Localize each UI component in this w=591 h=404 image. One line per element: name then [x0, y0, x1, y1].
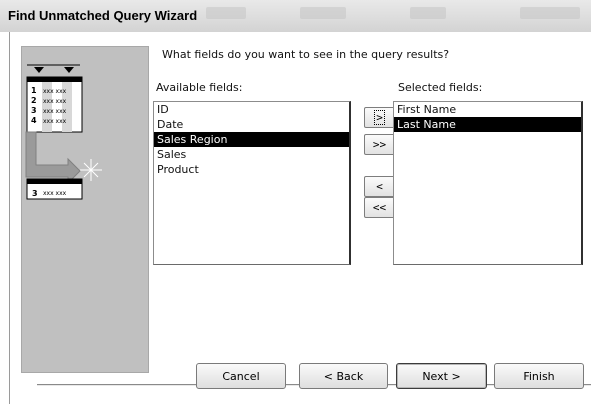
background-window-ghost	[410, 7, 446, 19]
add-all-fields-button[interactable]: >>	[364, 134, 395, 155]
result-row-number: 3	[32, 189, 38, 198]
list-item[interactable]: Sales	[154, 147, 349, 162]
cell-text: xxx xxx	[43, 88, 67, 95]
list-item-selected[interactable]: Last Name	[394, 117, 581, 132]
wizard-dialog: 1 2 3 4 xxx xxx xxx xxx xxx xxx xxx xxx …	[9, 32, 591, 404]
remove-all-fields-button[interactable]: <<	[364, 197, 395, 218]
background-window-ghost	[520, 7, 580, 19]
next-button[interactable]: Next >	[396, 363, 487, 389]
cell-text: xxx xxx	[43, 108, 67, 115]
list-item[interactable]: Product	[154, 162, 349, 177]
table-diagram-icon: 1 2 3 4 xxx xxx xxx xxx xxx xxx xxx xxx …	[25, 64, 102, 200]
cancel-button[interactable]: Cancel	[196, 363, 286, 389]
row-number: 1	[31, 86, 37, 95]
cell-text: xxx xxx	[43, 190, 67, 197]
add-field-label: >	[374, 110, 385, 125]
remove-field-button[interactable]: <	[364, 176, 395, 197]
row-number: 2	[31, 96, 37, 105]
cell-text: xxx xxx	[43, 98, 67, 105]
window-title: Find Unmatched Query Wizard	[8, 8, 198, 23]
background-window-ghost	[300, 7, 346, 19]
back-button[interactable]: < Back	[299, 363, 388, 389]
row-number: 4	[31, 116, 37, 125]
cell-text: xxx xxx	[43, 118, 67, 125]
list-item[interactable]: ID	[154, 102, 349, 117]
wizard-illustration: 1 2 3 4 xxx xxx xxx xxx xxx xxx xxx xxx …	[21, 46, 149, 373]
finish-button[interactable]: Finish	[494, 363, 584, 389]
available-fields-list[interactable]: ID Date Sales Region Sales Product	[153, 101, 351, 265]
list-item[interactable]: First Name	[394, 102, 581, 117]
selected-fields-list[interactable]: First Name Last Name	[393, 101, 583, 265]
list-item-selected[interactable]: Sales Region	[154, 132, 349, 147]
prompt-text: What fields do you want to see in the qu…	[162, 48, 450, 61]
title-bar: Find Unmatched Query Wizard	[0, 0, 591, 32]
available-fields-label: Available fields:	[156, 81, 243, 94]
row-number: 3	[31, 106, 37, 115]
background-window-ghost	[206, 7, 246, 19]
add-field-button[interactable]: >	[364, 107, 395, 128]
list-item[interactable]: Date	[154, 117, 349, 132]
selected-fields-label: Selected fields:	[398, 81, 483, 94]
